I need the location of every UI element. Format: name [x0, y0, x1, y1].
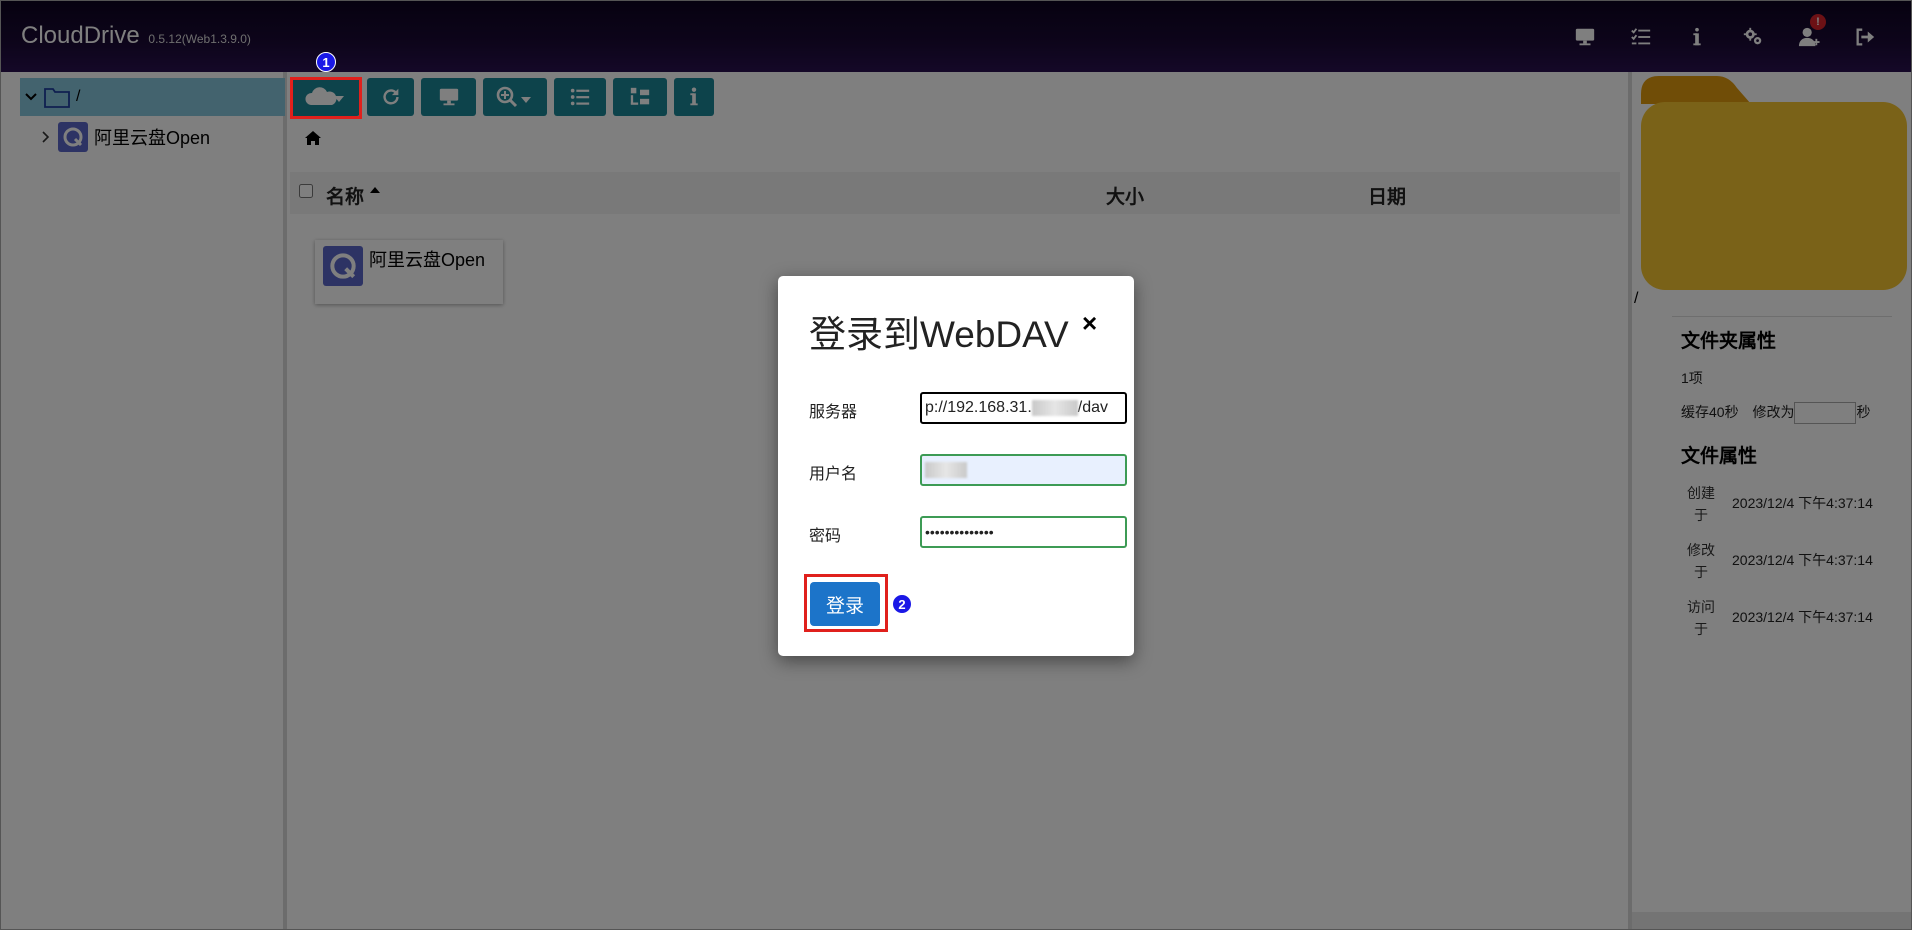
password-input[interactable]: •••••••••••••• — [920, 516, 1127, 548]
password-label: 密码 — [809, 528, 842, 545]
redacted-blur — [1031, 399, 1078, 416]
server-input-value: p://192.168.31. — [925, 399, 1032, 416]
server-label: 服务器 — [809, 404, 858, 421]
username-label: 用户名 — [809, 466, 858, 483]
login-button[interactable]: 登录 — [810, 582, 880, 626]
username-input[interactable] — [920, 454, 1127, 486]
server-input-suffix: /dav — [1077, 399, 1109, 416]
webdav-login-dialog: 登录到WebDAV × 服务器 p://192.168.31./dav 用户名 … — [778, 276, 1134, 656]
server-input[interactable]: p://192.168.31. /dav — [920, 392, 1127, 424]
step-marker-2: 2 — [892, 594, 912, 614]
step-marker-1: 1 — [316, 52, 336, 72]
redacted-blur — [925, 461, 967, 478]
dialog-title: 登录到WebDAV — [809, 314, 1069, 355]
close-icon[interactable]: × — [1082, 310, 1097, 336]
